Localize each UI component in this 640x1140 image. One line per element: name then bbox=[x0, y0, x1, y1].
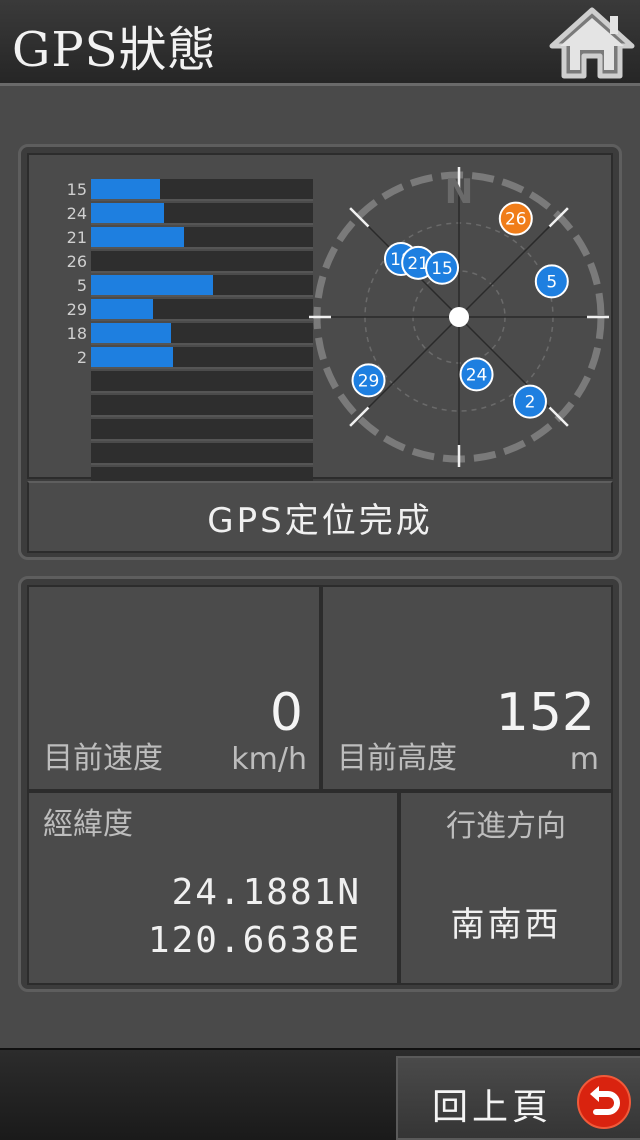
signal-bar bbox=[91, 203, 165, 223]
coordinates-label: 經緯度 bbox=[43, 807, 133, 842]
header: GPS狀態 bbox=[0, 0, 640, 86]
back-button-label: 回上頁 bbox=[432, 1087, 553, 1128]
signal-bar-row bbox=[47, 395, 313, 417]
satellite-id-label: 24 bbox=[466, 365, 488, 385]
home-button[interactable] bbox=[548, 6, 636, 80]
signal-bar-track bbox=[91, 371, 313, 393]
signal-bar-track bbox=[91, 299, 313, 321]
heading-value: 南南西 bbox=[450, 905, 562, 945]
altitude-value: 152 bbox=[495, 683, 595, 743]
signal-bar-row: 29 bbox=[47, 299, 313, 321]
altitude-label: 目前高度 bbox=[337, 741, 457, 776]
back-button[interactable]: 回上頁 bbox=[396, 1056, 640, 1140]
signal-bar-track bbox=[91, 395, 313, 417]
signal-bar-label: 2 bbox=[76, 348, 87, 367]
speed-value: 0 bbox=[269, 683, 303, 743]
signal-bar-row: 2 bbox=[47, 347, 313, 369]
satellite-id-label: 2 bbox=[525, 393, 536, 413]
satellite-view: 15 24 21 26 5 29 18 2 N 18 21 15 26 5 29 24 2 bbox=[27, 153, 613, 489]
speed-label: 目前速度 bbox=[43, 741, 163, 776]
longitude-value: 120.6638E bbox=[147, 920, 361, 961]
signal-bar bbox=[91, 275, 214, 295]
signal-bar-track bbox=[91, 443, 313, 465]
return-arrow-icon bbox=[577, 1075, 631, 1129]
speed-unit: km/h bbox=[231, 742, 307, 777]
signal-bar bbox=[91, 299, 154, 319]
signal-bar-label: 29 bbox=[66, 300, 87, 319]
signal-bar-track bbox=[91, 251, 313, 273]
compass-center-dot bbox=[449, 307, 469, 327]
gps-status-text: GPS定位完成 bbox=[207, 500, 433, 541]
speed-cell: 0 目前速度 km/h bbox=[27, 585, 321, 791]
satellite-id-label: 29 bbox=[358, 371, 380, 391]
signal-bar-track bbox=[91, 323, 313, 345]
signal-bar-row: 24 bbox=[47, 203, 313, 225]
signal-bar bbox=[91, 347, 174, 367]
satellite-id-label: 26 bbox=[505, 210, 527, 230]
page-title: GPS狀態 bbox=[12, 22, 217, 78]
satellite-panel: 15 24 21 26 5 29 18 2 N 18 21 15 26 5 29 24 2 GPS定位完成 bbox=[18, 144, 622, 560]
signal-bar-label: 15 bbox=[66, 180, 87, 199]
signal-bar-row bbox=[47, 443, 313, 465]
latitude-value: 24.1881N bbox=[171, 872, 361, 913]
home-icon bbox=[549, 7, 635, 79]
heading-cell: 行進方向 南南西 bbox=[399, 791, 613, 985]
signal-bar-track bbox=[91, 203, 313, 225]
signal-bar-label: 18 bbox=[66, 324, 87, 343]
signal-bar-row bbox=[47, 371, 313, 393]
altitude-cell: 152 目前高度 m bbox=[321, 585, 613, 791]
footer: 回上頁 bbox=[0, 1048, 640, 1140]
signal-bar-label: 24 bbox=[66, 204, 87, 223]
heading-label: 行進方向 bbox=[446, 809, 566, 844]
signal-bar-row bbox=[47, 419, 313, 441]
info-panel: 0 目前速度 km/h 152 目前高度 m 經緯度 24.1881N 120.… bbox=[18, 576, 622, 992]
signal-bar-track bbox=[91, 347, 313, 369]
coordinates-cell: 經緯度 24.1881N 120.6638E bbox=[27, 791, 399, 985]
signal-bar-row: 21 bbox=[47, 227, 313, 249]
signal-bar-track bbox=[91, 227, 313, 249]
satellite-compass: N1821 1526529 242 bbox=[309, 167, 609, 467]
signal-bar-row: 26 bbox=[47, 251, 313, 273]
signal-bar bbox=[91, 323, 171, 343]
signal-bar bbox=[91, 227, 185, 247]
signal-bar-label: 26 bbox=[66, 252, 87, 271]
satellite-id-label: 5 bbox=[546, 272, 557, 292]
signal-bar-row: 15 bbox=[47, 179, 313, 201]
satellite-id-label: 15 bbox=[431, 259, 453, 279]
signal-bar-track bbox=[91, 275, 313, 297]
altitude-unit: m bbox=[569, 742, 599, 777]
signal-bar bbox=[91, 179, 160, 199]
signal-bar-label: 5 bbox=[76, 276, 87, 295]
signal-bar-label: 21 bbox=[66, 228, 87, 247]
signal-bar-row: 18 bbox=[47, 323, 313, 345]
status-bar: GPS定位完成 bbox=[27, 481, 613, 553]
coordinates-value: 24.1881N 120.6638E bbox=[148, 869, 361, 965]
signal-bar-track bbox=[91, 419, 313, 441]
signal-bar-row: 5 bbox=[47, 275, 313, 297]
signal-bar-track bbox=[91, 179, 313, 201]
compass-north-label: N bbox=[445, 172, 473, 212]
